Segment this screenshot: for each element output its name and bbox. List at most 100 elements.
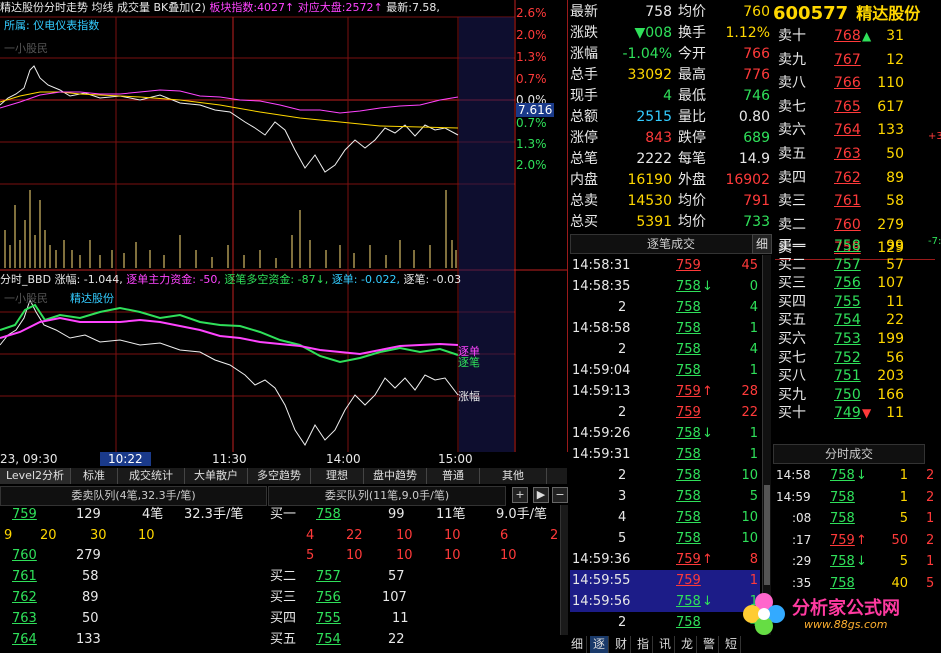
sq-lv1-price: 761: [12, 569, 37, 584]
sq-lv2-vol: 89: [82, 590, 99, 605]
quote-value2-8: 16902: [725, 172, 770, 188]
bq-lv0-vol: 57: [388, 569, 405, 584]
quote-value2-5: 0.80: [738, 109, 770, 125]
ob-sell-price-1: 767: [834, 51, 861, 68]
tab-other[interactable]: 其他: [480, 468, 547, 484]
tick-price-4: 758: [676, 342, 701, 357]
tick-price-13: 758: [676, 531, 701, 546]
tick-list-title[interactable]: 逐笔成交: [570, 234, 772, 254]
bq-r2-2: 10: [396, 548, 413, 563]
tick-vol-9: 1: [749, 447, 758, 462]
price-line: [0, 65, 459, 173]
bq-top-price: 758: [316, 507, 341, 522]
sq-top-avg: 32.3手/笔: [184, 507, 244, 522]
tick-price-14: 759: [676, 552, 701, 567]
quote-label-7: 总笔: [570, 151, 598, 167]
tab-big-small[interactable]: 大单散户: [185, 468, 248, 484]
bottom-btn-4[interactable]: 讯: [656, 636, 675, 653]
quote-label-9: 总卖: [570, 193, 598, 209]
fen-cnt-0: 2: [926, 468, 935, 483]
bottom-btn-0[interactable]: 细: [568, 636, 587, 653]
fen-title[interactable]: 分时成交: [773, 444, 925, 464]
quote-label-8: 内盘: [570, 172, 598, 188]
tick-detail-tab[interactable]: 细: [752, 234, 772, 254]
add-button[interactable]: +: [512, 487, 528, 503]
time-cursor: 10:22: [100, 452, 151, 466]
quote-value-5: 2515: [636, 109, 672, 125]
tick-time-11: 3: [618, 489, 627, 504]
lower-header: 分时_BBD 涨幅: -1.044, 逐单主力资金: -50, 逐笔多空资金: …: [0, 271, 461, 287]
logo-url[interactable]: www.88gs.com: [804, 618, 887, 631]
ob-sell-label-7: 卖三: [778, 193, 806, 210]
axis-price-flag: 7.616: [516, 103, 555, 117]
sq-top-vol: 129: [76, 507, 101, 522]
tick-time-16: 14:59:56: [572, 594, 631, 609]
vol-label[interactable]: 成交量: [117, 1, 150, 14]
tab-standard[interactable]: 标准: [71, 468, 118, 484]
ob-sell-vol-6: 89: [886, 169, 904, 186]
tab-intraday-trend[interactable]: 盘中趋势: [364, 468, 427, 484]
sq-lv2-price: 762: [12, 590, 37, 605]
bq-top-avg: 9.0手/笔: [496, 507, 548, 522]
tick-price-6: 759: [676, 384, 701, 399]
bq-lv2-price: 755: [316, 611, 341, 626]
ob-side-a: +30: [928, 131, 941, 142]
tab-long-short[interactable]: 多空趋势: [248, 468, 311, 484]
fen-vol-4: 5: [899, 554, 908, 569]
quote-label-4: 现手: [570, 88, 598, 104]
tab-normal[interactable]: 普通: [427, 468, 480, 484]
bottom-btn-6[interactable]: 警: [700, 636, 719, 653]
bottom-btn-3[interactable]: 指: [634, 636, 653, 653]
quote-label2-5: 量比: [678, 109, 706, 125]
tick-price-7: 759: [676, 405, 701, 420]
tick-scroll-thumb[interactable]: [764, 485, 770, 585]
intraday-chart-svg: [0, 0, 567, 452]
tick-price-10: 758: [676, 468, 701, 483]
quote-label2-1: 换手: [678, 25, 706, 41]
bottom-btn-7[interactable]: 短: [722, 636, 741, 653]
ob-sell-vol-2: 110: [877, 75, 904, 92]
queue-scrollbar[interactable]: [560, 505, 568, 635]
zhangfu-label: 涨幅: [458, 390, 480, 403]
lower-stock: 精达股份: [70, 292, 114, 305]
tick-time-1: 14:58:35: [572, 279, 631, 294]
quote-value-8: 16190: [627, 172, 672, 188]
sq-top-cnt: 4笔: [142, 507, 164, 522]
tab-ideal[interactable]: 理想: [311, 468, 364, 484]
tab-trade-stats[interactable]: 成交统计: [118, 468, 185, 484]
tick-scrollbar[interactable]: [762, 255, 771, 635]
fen-time-4: :29: [792, 554, 812, 568]
quote-value2-6: 689: [743, 130, 770, 146]
fen-vol-0: 1: [899, 468, 908, 483]
bq-r1-3: 10: [444, 528, 461, 543]
bq-r1-5: 2: [550, 528, 559, 543]
tick-time-4: 2: [618, 342, 627, 357]
tick-price-12: 758: [676, 510, 701, 525]
sq-item-1: 20: [40, 528, 57, 543]
minus-button[interactable]: −: [552, 487, 568, 503]
lower-hdr-e: 逐单: -0.022,: [331, 273, 400, 286]
fen-time-3: :17: [792, 532, 812, 547]
fen-vol-2: 5: [899, 511, 908, 526]
bbd-zhudan-line: [0, 316, 459, 356]
intraday-chart[interactable]: 精达股份分时走势 均线 成交量 BK叠加(2) 板块指数:4027↑ 对应大盘:…: [0, 0, 568, 452]
ob-sell-price-2: 766: [834, 75, 861, 92]
tick-price-1: 758: [676, 279, 701, 294]
tab-level2[interactable]: Level2分析: [0, 468, 71, 484]
tick-vol-5: 1: [749, 363, 758, 378]
bk-label[interactable]: BK叠加(2): [154, 1, 206, 14]
bq-lv2-label: 买四: [270, 611, 297, 626]
tick-vol-12: 10: [741, 510, 758, 525]
fen-vol-3: 50: [891, 532, 908, 548]
tick-time-2: 2: [618, 300, 627, 315]
bk-index-label: 板块指数:: [209, 1, 258, 14]
ob-buy-arrow-9: ▼: [862, 406, 872, 421]
play-button[interactable]: ▶: [533, 487, 549, 503]
volume-bars: [4, 190, 457, 268]
avg-label[interactable]: 均线: [92, 1, 114, 14]
bq-top-cnt: 11笔: [436, 507, 466, 522]
bottom-btn-2[interactable]: 财: [612, 636, 631, 653]
bottom-btn-5[interactable]: 龙: [678, 636, 697, 653]
flower-logo-icon: [743, 593, 785, 635]
bottom-btn-1[interactable]: 逐: [590, 636, 609, 653]
